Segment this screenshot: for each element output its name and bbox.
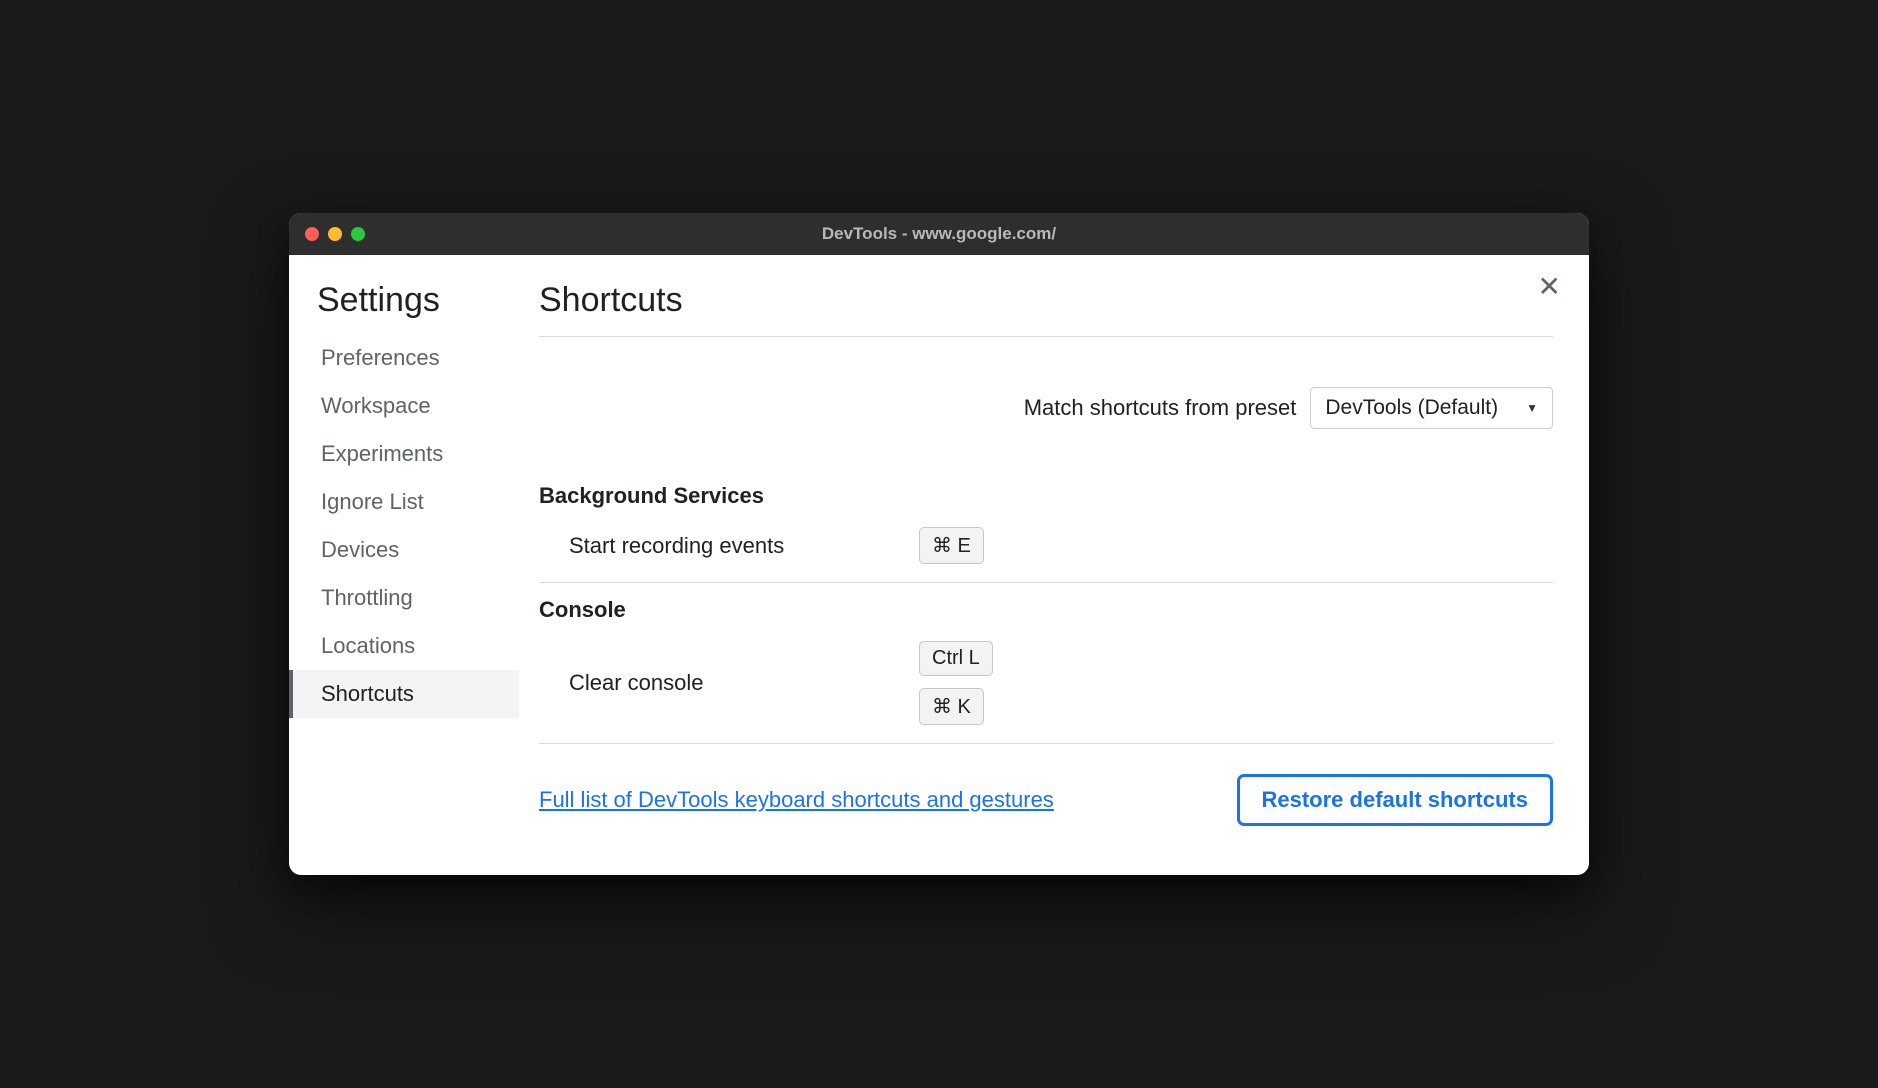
preset-row: Match shortcuts from preset DevTools (De… xyxy=(539,337,1553,469)
shortcut-row: Start recording events ⌘ E xyxy=(539,523,1553,568)
keybinding: Ctrl L xyxy=(919,641,993,676)
window-title: DevTools - www.google.com/ xyxy=(289,224,1589,244)
close-window-icon[interactable] xyxy=(305,227,319,241)
shortcut-keys: ⌘ E xyxy=(919,527,984,564)
shortcut-keys: Ctrl L ⌘ K xyxy=(919,641,993,725)
keybinding: ⌘ K xyxy=(919,688,984,725)
section-title: Background Services xyxy=(539,483,1553,509)
settings-sidebar: Settings Preferences Workspace Experimen… xyxy=(289,255,519,875)
section-title: Console xyxy=(539,597,1553,623)
sidebar-item-ignore-list[interactable]: Ignore List xyxy=(289,478,519,526)
section-console: Console Clear console Ctrl L ⌘ K xyxy=(539,583,1553,744)
window-titlebar: DevTools - www.google.com/ xyxy=(289,213,1589,255)
page-title: Shortcuts xyxy=(539,281,1553,337)
sidebar-item-preferences[interactable]: Preferences xyxy=(289,334,519,382)
settings-content: ✕ Settings Preferences Workspace Experim… xyxy=(289,255,1589,875)
sidebar-item-experiments[interactable]: Experiments xyxy=(289,430,519,478)
settings-main: Shortcuts Match shortcuts from preset De… xyxy=(519,255,1589,875)
preset-value: DevTools (Default) xyxy=(1325,396,1498,420)
shortcut-row: Clear console Ctrl L ⌘ K xyxy=(539,637,1553,729)
section-background-services: Background Services Start recording even… xyxy=(539,469,1553,583)
sidebar-item-locations[interactable]: Locations xyxy=(289,622,519,670)
keybinding: ⌘ E xyxy=(919,527,984,564)
minimize-window-icon[interactable] xyxy=(328,227,342,241)
shortcut-label: Start recording events xyxy=(569,533,919,559)
shortcut-label: Clear console xyxy=(569,670,919,696)
chevron-down-icon: ▼ xyxy=(1526,401,1538,415)
devtools-settings-window: DevTools - www.google.com/ ✕ Settings Pr… xyxy=(289,213,1589,875)
close-icon[interactable]: ✕ xyxy=(1538,273,1561,301)
maximize-window-icon[interactable] xyxy=(351,227,365,241)
traffic-lights xyxy=(305,227,365,241)
sidebar-title: Settings xyxy=(289,281,519,334)
full-shortcuts-link[interactable]: Full list of DevTools keyboard shortcuts… xyxy=(539,787,1054,813)
preset-label: Match shortcuts from preset xyxy=(1024,395,1297,421)
preset-select[interactable]: DevTools (Default) ▼ xyxy=(1310,387,1553,429)
sidebar-item-shortcuts[interactable]: Shortcuts xyxy=(289,670,519,718)
sidebar-item-throttling[interactable]: Throttling xyxy=(289,574,519,622)
footer-row: Full list of DevTools keyboard shortcuts… xyxy=(539,774,1553,826)
sidebar-item-workspace[interactable]: Workspace xyxy=(289,382,519,430)
sidebar-item-devices[interactable]: Devices xyxy=(289,526,519,574)
restore-defaults-button[interactable]: Restore default shortcuts xyxy=(1237,774,1554,826)
